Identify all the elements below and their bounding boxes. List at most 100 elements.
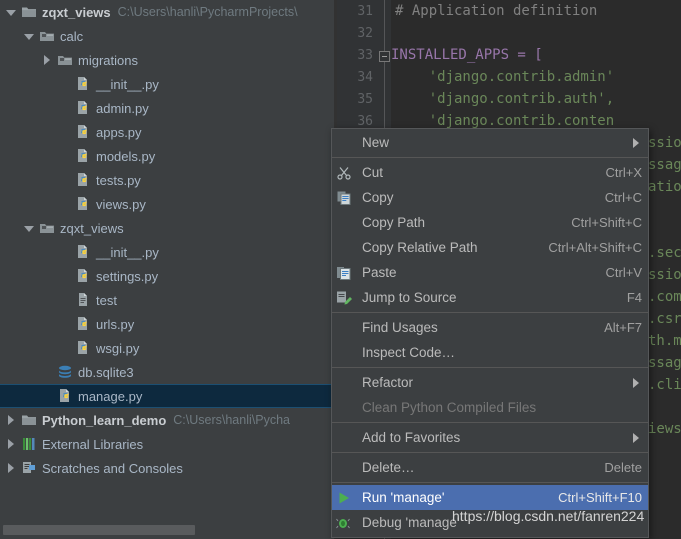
chevron-down-icon[interactable] [24, 223, 35, 234]
line-number: 35 [357, 92, 373, 107]
tree-item-db-sqlite3[interactable]: db.sqlite3 [0, 360, 334, 384]
menu-item-add-to-favorites[interactable]: Add to Favorites [332, 425, 648, 450]
tree-item-external-libraries[interactable]: External Libraries [0, 432, 334, 456]
menu-item-delete[interactable]: Delete… Delete [332, 455, 648, 480]
menu-separator [332, 157, 648, 158]
menu-item-shortcut: Ctrl+X [605, 165, 642, 180]
tree-item-label: __init__.py [96, 76, 159, 92]
code-line: INSTALLED_APPS = [ [391, 47, 543, 63]
line-number: 36 [357, 114, 373, 129]
menu-item-shortcut: Delete [604, 460, 642, 475]
python-file-icon [75, 316, 91, 332]
tree-item-test[interactable]: test [0, 288, 334, 312]
tree-item-zqxt-views[interactable]: zqxt_views [0, 216, 334, 240]
text-file-icon [75, 292, 91, 308]
menu-item-shortcut: Ctrl+C [604, 190, 642, 205]
tree-item-apps-py[interactable]: apps.py [0, 120, 334, 144]
tree-item-label: calc [60, 28, 84, 44]
tree-item-label: wsgi.py [96, 340, 140, 356]
tree-item-calc[interactable]: calc [0, 24, 334, 48]
menu-item-shortcut: Ctrl+V [605, 265, 642, 280]
tree-item-migrations[interactable]: migrations [0, 48, 334, 72]
horizontal-scrollbar-thumb[interactable] [3, 525, 195, 535]
code-line: 'django.contrib.admin' [395, 69, 615, 85]
fold-collapse-icon[interactable] [379, 51, 390, 62]
tree-item-label: admin.py [96, 100, 149, 116]
menu-icon-placeholder [336, 460, 356, 476]
tree-item-views-py[interactable]: views.py [0, 192, 334, 216]
folder-icon [21, 4, 37, 20]
menu-item-inspect-code[interactable]: Inspect Code… [332, 340, 648, 365]
menu-item-shortcut: F4 [626, 290, 642, 305]
scratches-icon [21, 460, 37, 476]
menu-item-copy[interactable]: Copy Ctrl+C [332, 185, 648, 210]
chevron-right-icon[interactable] [6, 462, 17, 474]
tree-item-path: C:\Users\hanli\PycharmProjects\ [117, 5, 298, 19]
menu-item-shortcut: Ctrl+Shift+F10 [558, 490, 642, 505]
menu-item-label: Paste [362, 265, 397, 280]
line-number: 34 [357, 70, 373, 85]
python-file-icon [75, 196, 91, 212]
chevron-down-icon[interactable] [24, 31, 35, 42]
tree-item-label: db.sqlite3 [78, 364, 134, 380]
tree-item-python-learn-demo[interactable]: Python_learn_demo C:\Users\hanli\Pycha [0, 408, 334, 432]
code-line-fragment: ssag [648, 355, 681, 371]
menu-item-shortcut: Ctrl+Alt+Shift+C [548, 240, 642, 255]
project-tool-window[interactable]: zqxt_views C:\Users\hanli\PycharmProjects… [0, 0, 334, 539]
menu-item-label: Copy [362, 190, 394, 205]
menu-separator [332, 452, 648, 453]
tree-item-zqxt-views[interactable]: zqxt_views C:\Users\hanli\PycharmProjects… [0, 0, 334, 24]
chevron-down-icon[interactable] [6, 7, 17, 18]
folder-icon [21, 412, 37, 428]
menu-item-label: Find Usages [362, 320, 438, 335]
tree-item-models-py[interactable]: models.py [0, 144, 334, 168]
menu-item-label: Delete… [362, 460, 415, 475]
menu-item-paste[interactable]: Paste Ctrl+V [332, 260, 648, 285]
submenu-arrow-icon [632, 377, 642, 388]
python-file-icon [75, 268, 91, 284]
tree-item-urls-py[interactable]: urls.py [0, 312, 334, 336]
menu-item-find-usages[interactable]: Find Usages Alt+F7 [332, 315, 648, 340]
tree-item-settings-py[interactable]: settings.py [0, 264, 334, 288]
code-line-fragment: .sec [648, 245, 681, 261]
chevron-right-icon[interactable] [6, 414, 17, 426]
tree-item--init-py[interactable]: __init__.py [0, 72, 334, 96]
jump-source-icon [336, 290, 356, 306]
menu-item-label: Copy Relative Path [362, 240, 478, 255]
menu-item-copy-path[interactable]: Copy Path Ctrl+Shift+C [332, 210, 648, 235]
menu-item-label: Run 'manage' [362, 490, 445, 505]
horizontal-scrollbar-track[interactable] [0, 523, 334, 537]
tree-item-label: settings.py [96, 268, 159, 284]
menu-item-jump-to-source[interactable]: Jump to Source F4 [332, 285, 648, 310]
menu-item-run-manage-with-c[interactable]: Run 'manage' with C… [332, 535, 648, 537]
tree-item-label: test [96, 292, 117, 308]
tree-item-wsgi-py[interactable]: wsgi.py [0, 336, 334, 360]
line-number: 31 [357, 4, 373, 19]
tree-item-scratches-and-consoles[interactable]: Scratches and Consoles [0, 456, 334, 480]
chevron-right-icon[interactable] [6, 438, 17, 450]
context-menu[interactable]: New Cut Ctrl+X Copy Ctrl+C Copy Path Ctrl+Shif… [331, 128, 649, 538]
tree-item-admin-py[interactable]: admin.py [0, 96, 334, 120]
menu-item-cut[interactable]: Cut Ctrl+X [332, 160, 648, 185]
project-tree[interactable]: zqxt_views C:\Users\hanli\PycharmProjects… [0, 0, 334, 480]
chevron-right-icon[interactable] [42, 54, 53, 66]
menu-icon-placeholder [336, 215, 356, 231]
menu-item-run-manage[interactable]: Run 'manage' Ctrl+Shift+F10 [332, 485, 648, 510]
tree-item-manage-py[interactable]: manage.py [0, 384, 334, 408]
code-line: 'django.contrib.conten [395, 113, 615, 129]
tree-item-label: manage.py [78, 388, 143, 404]
menu-item-label: Refactor [362, 375, 414, 390]
menu-separator [332, 367, 648, 368]
copy-icon [336, 190, 356, 206]
tree-item-path: C:\Users\hanli\Pycha [173, 413, 290, 427]
menu-item-copy-relative-path[interactable]: Copy Relative Path Ctrl+Alt+Shift+C [332, 235, 648, 260]
tree-item--init-py[interactable]: __init__.py [0, 240, 334, 264]
menu-item-new[interactable]: New [332, 130, 648, 155]
menu-item-refactor[interactable]: Refactor [332, 370, 648, 395]
python-file-icon [75, 76, 91, 92]
tree-item-tests-py[interactable]: tests.py [0, 168, 334, 192]
